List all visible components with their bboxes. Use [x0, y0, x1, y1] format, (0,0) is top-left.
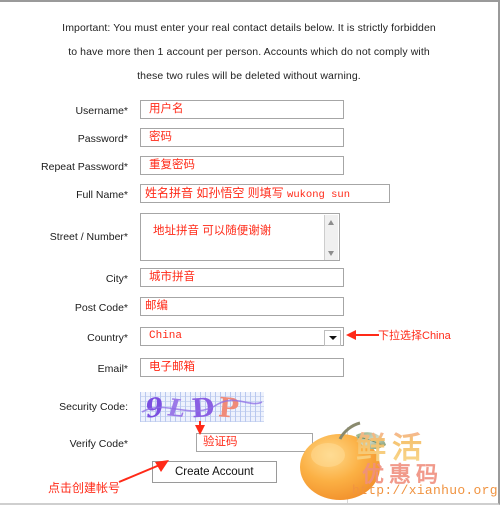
label-street-number: Street / Number* [49, 231, 128, 243]
notice-line-2: to have more then 1 account per person. … [68, 46, 430, 58]
notice-line-3: these two rules will be deleted without … [137, 70, 361, 82]
label-repeat-password: Repeat Password* [41, 161, 128, 173]
verify-code-input[interactable]: 验证码 [196, 433, 313, 452]
create-account-annotation-text: 点击创建帐号 [48, 479, 120, 496]
registration-page: Important: You must enter your real cont… [0, 0, 500, 505]
form-row-fullname: Full Name* 姓名拼音 如孙悟空 则填写 wukong sun [0, 184, 498, 206]
form-row-email: Email* 电子邮箱 [0, 358, 498, 380]
country-annotation-arrow-icon [346, 330, 379, 340]
country-annotation-label: 下拉选择China [378, 330, 451, 342]
label-username: Username* [75, 105, 128, 117]
scroll-down-arrow-icon[interactable] [328, 251, 334, 256]
form-row-password: Password* 密码 [0, 128, 498, 150]
verify-code-annotation-arrow-icon [195, 421, 205, 435]
username-input[interactable]: 用户名 [140, 100, 344, 119]
form-row-security-code: Security Code: 9 L D P [0, 392, 498, 422]
label-security-code: Security Code: [59, 401, 128, 413]
captcha-text-glyphs: 9 L D P [141, 392, 263, 422]
textarea-scrollbar[interactable] [324, 215, 338, 260]
city-input[interactable]: 城市拼音 [140, 268, 344, 287]
label-post-code: Post Code* [74, 302, 128, 314]
full-name-value-pinyin: wukong sun [287, 189, 351, 201]
chevron-down-icon[interactable] [324, 330, 341, 346]
email-input[interactable]: 电子邮箱 [140, 358, 344, 377]
password-input[interactable]: 密码 [140, 128, 344, 147]
full-name-input[interactable]: 姓名拼音 如孙悟空 则填写 wukong sun [140, 184, 390, 203]
label-full-name: Full Name* [76, 189, 128, 201]
svg-text:P: P [217, 392, 240, 422]
street-number-textarea[interactable]: 地址拼音 可以随便谢谢 [140, 213, 340, 261]
repeat-password-input[interactable]: 重复密码 [140, 156, 344, 175]
form-row-postcode: Post Code* 邮编 [0, 297, 498, 319]
label-email: Email* [97, 363, 128, 375]
captcha-image: 9 L D P [140, 392, 264, 422]
country-selected-value: China [149, 330, 183, 342]
form-row-username: Username* 用户名 [0, 100, 498, 122]
label-verify-code: Verify Code* [69, 438, 128, 450]
important-notice: Important: You must enter your real cont… [0, 16, 498, 88]
label-password: Password* [77, 133, 128, 145]
street-number-value: 地址拼音 可以随便谢谢 [153, 225, 272, 237]
label-city: City* [105, 273, 128, 285]
create-account-annotation-arrow-icon [118, 460, 169, 483]
country-annotation-text: 下拉选择China [378, 327, 451, 343]
form-row-city: City* 城市拼音 [0, 268, 498, 290]
post-code-input[interactable]: 邮编 [140, 297, 344, 316]
form-row-verify-code: Verify Code* 验证码 [0, 433, 498, 455]
full-name-value-cn: 姓名拼音 如孙悟空 则填写 [145, 186, 288, 200]
logo-separator [347, 427, 348, 503]
country-select[interactable]: China [140, 327, 344, 346]
label-country: Country* [87, 332, 128, 344]
form-row-repeat-password: Repeat Password* 重复密码 [0, 156, 498, 178]
create-account-annotation-label: 点击创建帐号 [48, 481, 121, 495]
svg-text:L: L [166, 392, 187, 422]
form-row-street: Street / Number* 地址拼音 可以随便谢谢 [0, 213, 498, 261]
scroll-up-arrow-icon[interactable] [328, 220, 334, 225]
notice-line-1: Important: You must enter your real cont… [62, 22, 436, 34]
registration-form: Username* 用户名 Password* 密码 Repeat Passwo… [0, 100, 498, 487]
